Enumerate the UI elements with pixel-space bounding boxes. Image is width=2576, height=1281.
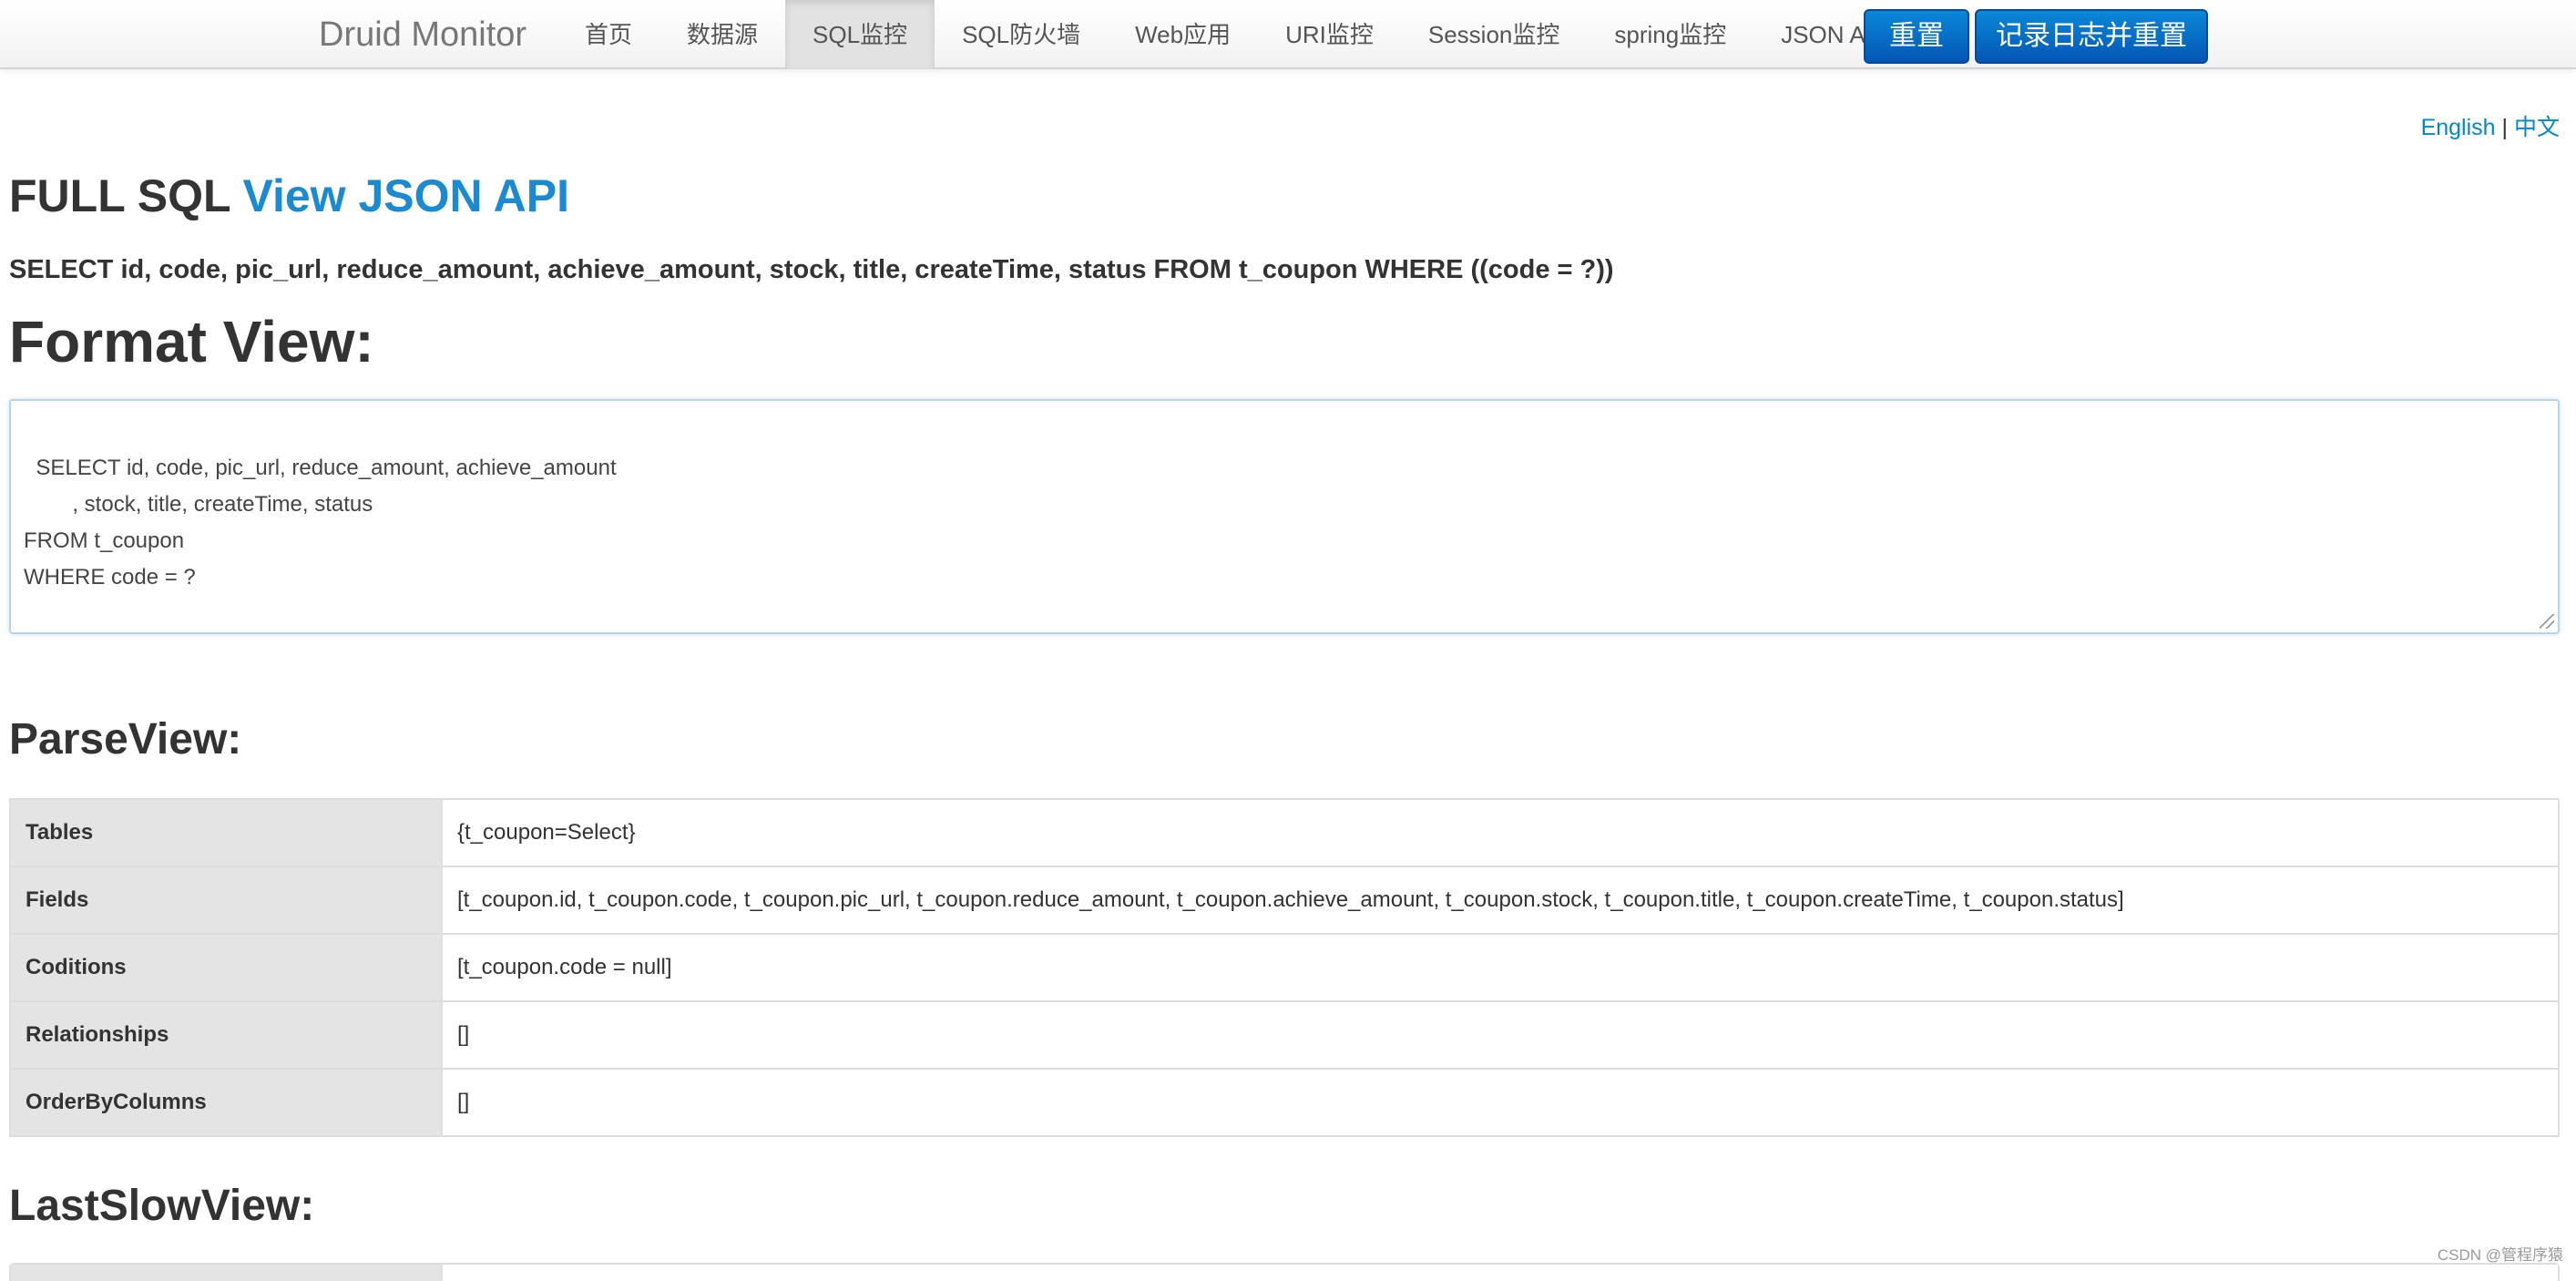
reset-button[interactable]: 重置	[1864, 9, 1969, 64]
nav-item-uri-monitor[interactable]: URI监控	[1258, 0, 1401, 69]
lang-chinese-link[interactable]: 中文	[2514, 115, 2560, 140]
row-key-orderby: OrderByColumns	[10, 1068, 443, 1136]
table-row: Coditions [t_coupon.code = null]	[10, 933, 2559, 1001]
full-sql-title: FULL SQL	[9, 170, 230, 221]
lang-separator: |	[2501, 115, 2509, 140]
format-view-text: SELECT id, code, pic_url, reduce_amount,…	[24, 456, 617, 589]
table-row: OrderByColumns []	[10, 1068, 2559, 1136]
nav-item-sql-firewall[interactable]: SQL防火墙	[935, 0, 1108, 69]
row-key-relationships: Relationships	[10, 1000, 443, 1069]
log-and-reset-button[interactable]: 记录日志并重置	[1975, 9, 2208, 64]
parse-view-table: Tables {t_coupon=Select} Fields [t_coupo…	[9, 798, 2560, 1137]
last-slow-view-table	[9, 1263, 2560, 1281]
row-value-fields: [t_coupon.id, t_coupon.code, t_coupon.pi…	[442, 866, 2559, 934]
nav-item-session-monitor[interactable]: Session监控	[1401, 0, 1588, 69]
brand-logo[interactable]: Druid Monitor	[319, 0, 526, 69]
nav-item-spring-monitor[interactable]: spring监控	[1587, 0, 1753, 69]
language-switch: English | 中文	[2421, 109, 2560, 142]
table-row: Tables {t_coupon=Select}	[10, 799, 2559, 866]
row-value-conditions: [t_coupon.code = null]	[442, 933, 2559, 1001]
last-slow-view-heading: LastSlowView:	[9, 1182, 315, 1230]
row-key-tables: Tables	[10, 799, 443, 866]
top-navbar: Druid Monitor 首页 数据源 SQL监控 SQL防火墙 Web应用 …	[0, 0, 2576, 69]
row-value-tables: {t_coupon=Select}	[442, 799, 2559, 866]
full-sql-text: SELECT id, code, pic_url, reduce_amount,…	[9, 255, 1614, 284]
lang-english-link[interactable]: English	[2421, 115, 2496, 140]
row-value-relationships: []	[442, 1000, 2559, 1069]
format-view-textarea[interactable]: SELECT id, code, pic_url, reduce_amount,…	[9, 399, 2560, 634]
table-row: Relationships []	[10, 1000, 2559, 1069]
parse-view-heading: ParseView:	[9, 715, 242, 763]
row-key-fields: Fields	[10, 866, 443, 934]
nav-item-sql-monitor[interactable]: SQL监控	[785, 0, 935, 69]
table-row: Fields [t_coupon.id, t_coupon.code, t_co…	[10, 866, 2559, 934]
view-json-api-link[interactable]: View JSON API	[243, 170, 569, 221]
last-slow-key-column	[11, 1265, 443, 1281]
nav-item-home[interactable]: 首页	[557, 0, 659, 69]
last-slow-value-column	[443, 1265, 2558, 1281]
format-view-heading: Format View:	[9, 309, 374, 374]
nav-item-web-app[interactable]: Web应用	[1108, 0, 1258, 69]
nav-menu: 首页 数据源 SQL监控 SQL防火墙 Web应用 URI监控 Session监…	[557, 0, 1915, 69]
resize-grip-icon[interactable]	[2540, 614, 2554, 629]
row-value-orderby: []	[442, 1068, 2559, 1136]
nav-item-datasource[interactable]: 数据源	[659, 0, 785, 69]
row-key-conditions: Coditions	[10, 933, 443, 1001]
full-sql-heading: FULL SQL View JSON API	[9, 169, 569, 222]
watermark: CSDN @管程序猿	[2437, 1246, 2563, 1264]
